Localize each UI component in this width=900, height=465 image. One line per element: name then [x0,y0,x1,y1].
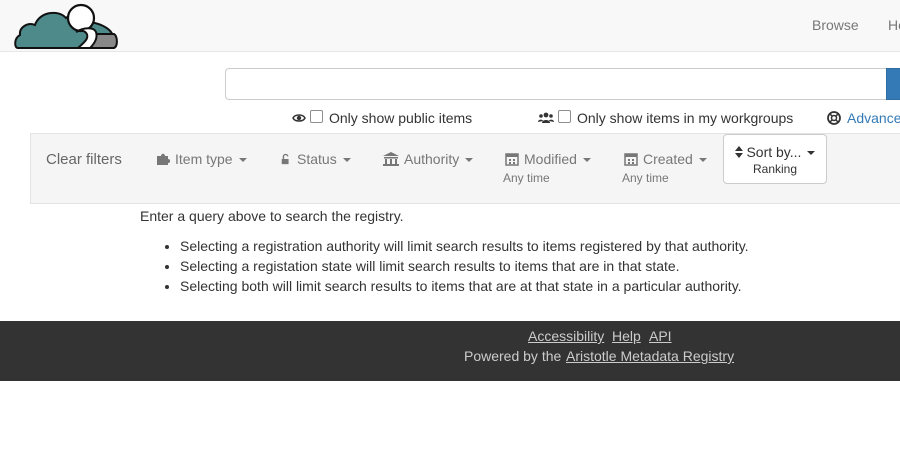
search-hints-list: Selecting a registration authority will … [140,237,749,297]
footer-registry-link[interactable]: Aristotle Metadata Registry [566,348,734,364]
chevron-down-icon [238,158,247,163]
created-label: Created [643,151,693,167]
search-button[interactable] [886,68,900,100]
search-intro-text: Enter a query above to search the regist… [140,208,404,224]
created-value: Any time [622,171,669,185]
eye-icon [292,114,306,122]
item-type-label: Item type [175,151,233,167]
list-item: Selecting a registration authority will … [180,237,749,257]
sort-by-value: Ranking [752,162,798,176]
footer-api-link[interactable]: API [649,328,672,344]
workgroups-only-label: Only show items in my workgroups [577,110,794,126]
status-label: Status [297,151,337,167]
footer-help-link[interactable]: Help [612,328,641,344]
status-filter[interactable]: Status [280,151,351,167]
sort-icon [734,146,743,158]
puzzle-icon [157,153,170,165]
aristotle-cloud-logo[interactable] [14,2,120,51]
list-item: Selecting both will limit search results… [180,277,749,297]
workgroups-only-option: Only show items in my workgroups [538,108,793,128]
sort-by-dropdown[interactable]: Sort by... Ranking [723,134,827,184]
modified-filter[interactable]: Modified [505,151,591,167]
sort-by-label: Sort by... [746,144,802,160]
chevron-down-icon [807,151,816,156]
authority-label: Authority [404,151,460,167]
users-icon [538,112,554,123]
life-ring-icon [827,111,841,125]
nav-help-link[interactable]: He [888,17,900,33]
calendar-icon [505,153,519,166]
unlock-icon [281,153,289,165]
footer-powered-by-text: Powered by the [464,348,562,364]
created-filter[interactable]: Created [624,151,707,167]
modified-value: Any time [503,171,550,185]
chevron-down-icon [698,158,707,163]
navbar [0,0,900,52]
institution-icon [383,152,399,166]
footer [0,321,900,381]
public-only-checkbox[interactable] [310,109,323,123]
workgroups-only-checkbox[interactable] [558,109,571,123]
public-only-label: Only show public items [329,110,473,126]
chevron-down-icon [342,158,351,163]
chevron-down-icon [582,158,591,163]
nav-browse-link[interactable]: Browse [812,17,859,33]
authority-filter[interactable]: Authority [383,151,474,167]
list-item: Selecting a registation state will limit… [180,257,749,277]
clear-filters-button[interactable]: Clear filters [46,151,122,168]
chevron-down-icon [465,158,474,163]
advanced-search-link[interactable]: Advance [847,110,900,126]
advanced-search-option[interactable]: Advance [827,108,900,128]
modified-label: Modified [524,151,577,167]
item-type-filter[interactable]: Item type [156,151,247,167]
footer-accessibility-link[interactable]: Accessibility [528,328,604,344]
search-input[interactable] [225,68,886,100]
public-only-option: Only show public items [292,108,472,128]
calendar-icon [624,153,638,166]
